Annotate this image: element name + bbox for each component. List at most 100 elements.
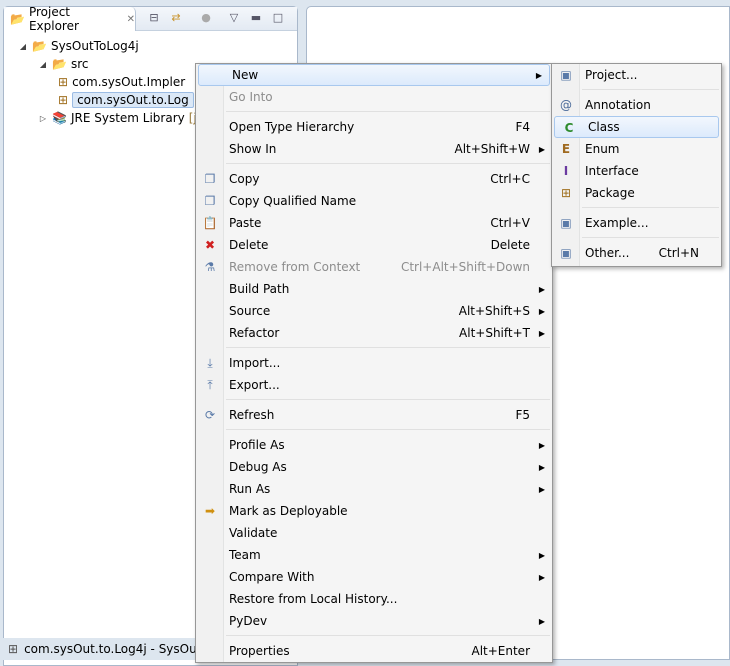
view-menu-icon[interactable]: ▽ — [226, 11, 242, 27]
annotation-icon: @ — [560, 98, 572, 112]
menu-item-debug-as[interactable]: Debug As ▶ — [196, 456, 552, 478]
collapsed-arrow-icon[interactable]: ▷ — [38, 114, 48, 123]
menu-item-label: Refresh — [229, 408, 275, 422]
menu-item-interface[interactable]: I Interface — [552, 160, 721, 182]
expanded-arrow-icon[interactable]: ◢ — [38, 60, 48, 69]
menu-item-copy-qualified-name[interactable]: ❐ Copy Qualified Name — [196, 190, 552, 212]
maximize-icon[interactable]: □ — [270, 11, 286, 27]
menu-item-shortcut: Ctrl+C — [490, 172, 530, 186]
menu-item-label: Show In — [229, 142, 277, 156]
menu-item-class[interactable]: C Class — [554, 116, 719, 138]
menu-separator — [196, 396, 552, 404]
tree-item[interactable]: ▷📚JRE System Library[jre1 — [38, 109, 217, 127]
menu-item-label: New — [232, 68, 259, 82]
library-icon: 📚 — [52, 111, 67, 125]
new-project-icon: ▣ — [560, 68, 572, 82]
package-icon: ⊞ — [58, 75, 69, 89]
menu-item-profile-as[interactable]: Profile As ▶ — [196, 434, 552, 456]
menu-separator — [196, 426, 552, 434]
submenu-arrow-icon: ▶ — [538, 144, 545, 154]
menu-item-shortcut: F4 — [515, 120, 530, 134]
menu-item-label: Validate — [229, 526, 278, 540]
menu-item-refactor[interactable]: Refactor Alt+Shift+T ▶ — [196, 322, 552, 344]
menu-item-go-into[interactable]: Go Into — [196, 86, 552, 108]
menu-item-label: Run As — [229, 482, 271, 496]
submenu-arrow-icon: ▶ — [538, 440, 545, 450]
filter-icon[interactable]: ● — [198, 11, 214, 27]
menu-item-import[interactable]: ⤓ Import... — [196, 352, 552, 374]
menu-item-label: Annotation — [585, 98, 651, 112]
menu-item-enum[interactable]: E Enum — [552, 138, 721, 160]
submenu-arrow-icon: ▶ — [538, 328, 545, 338]
menu-item-label: Package — [585, 186, 635, 200]
menu-item-label: Go Into — [229, 90, 273, 104]
menu-separator — [196, 108, 552, 116]
menu-item-label: Paste — [229, 216, 262, 230]
import-icon: ⤓ — [207, 356, 213, 370]
menu-item-label: Refactor — [229, 326, 280, 340]
close-icon[interactable]: ✕ — [127, 14, 135, 25]
menu-item-export[interactable]: ⤒ Export... — [196, 374, 552, 396]
menu-item-pydev[interactable]: PyDev ▶ — [196, 610, 552, 632]
menu-item-label: Restore from Local History... — [229, 592, 398, 606]
tree-item[interactable]: ◢ 📂 SysOutToLog4j — [18, 37, 139, 55]
submenu-arrow-icon: ▶ — [538, 572, 545, 582]
export-icon: ⤒ — [207, 378, 213, 392]
menu-item-restore-from-local-history[interactable]: Restore from Local History... — [196, 588, 552, 610]
menu-item-paste[interactable]: 📋 Paste Ctrl+V — [196, 212, 552, 234]
source-folder-icon: 📂 — [52, 57, 67, 71]
tree-item-label: com.sysOut.Impler — [72, 75, 186, 89]
submenu-arrow-icon: ▶ — [538, 484, 545, 494]
minimize-icon[interactable]: ▬ — [248, 11, 264, 27]
expanded-arrow-icon[interactable]: ◢ — [18, 42, 28, 51]
menu-item-project[interactable]: ▣ Project... — [552, 64, 721, 86]
menu-item-label: Copy — [229, 172, 260, 186]
package-icon: ⊞ — [58, 93, 69, 107]
menu-item-build-path[interactable]: Build Path ▶ — [196, 278, 552, 300]
enum-icon: E — [561, 142, 571, 156]
tree-item-label: src — [70, 57, 89, 71]
menu-item-new[interactable]: New ▶ — [198, 64, 550, 86]
menu-item-label: Export... — [229, 378, 280, 392]
other-icon: ▣ — [560, 246, 572, 260]
tab-project-explorer[interactable]: 📂 Project Explorer ✕ — [4, 5, 136, 33]
project-folder-icon: 📂 — [32, 39, 47, 53]
menu-item-copy[interactable]: ❐ Copy Ctrl+C — [196, 168, 552, 190]
menu-item-show-in[interactable]: Show In Alt+Shift+W ▶ — [196, 138, 552, 160]
menu-item-label: Remove from Context — [229, 260, 361, 274]
menu-item-annotation[interactable]: @ Annotation — [552, 94, 721, 116]
tree-item[interactable]: ⊞ com.sysOut.to.Log — [58, 91, 194, 109]
menu-item-run-as[interactable]: Run As ▶ — [196, 478, 552, 500]
menu-item-refresh[interactable]: ⟳ Refresh F5 — [196, 404, 552, 426]
menu-separator — [552, 234, 721, 242]
copy-icon: ❐ — [204, 172, 216, 186]
collapse-all-icon[interactable]: ⊟ — [146, 11, 162, 27]
example-icon: ▣ — [560, 216, 572, 230]
package-icon: ⊞ — [560, 186, 572, 200]
menu-item-package[interactable]: ⊞ Package — [552, 182, 721, 204]
menu-item-properties[interactable]: Properties Alt+Enter — [196, 640, 552, 662]
tree-item-label: JRE System Library — [70, 111, 185, 125]
menu-item-compare-with[interactable]: Compare With ▶ — [196, 566, 552, 588]
menu-item-delete[interactable]: ✖ Delete Delete — [196, 234, 552, 256]
menu-item-open-type-hierarchy[interactable]: Open Type Hierarchy F4 — [196, 116, 552, 138]
menu-item-label: Import... — [229, 356, 281, 370]
remove-context-icon: ⚗ — [204, 260, 216, 274]
link-with-editor-icon[interactable]: ⇄ — [168, 11, 184, 27]
tree-item[interactable]: ◢ 📂 src — [38, 55, 89, 73]
menu-item-label: Open Type Hierarchy — [229, 120, 355, 134]
menu-item-source[interactable]: Source Alt+Shift+S ▶ — [196, 300, 552, 322]
submenu-arrow-icon: ▶ — [538, 616, 545, 626]
menu-item-remove-from-context[interactable]: ⚗ Remove from Context Ctrl+Alt+Shift+Down — [196, 256, 552, 278]
menu-item-label: Project... — [585, 68, 638, 82]
menu-item-label: Delete — [229, 238, 269, 252]
menu-item-other[interactable]: ▣ Other... Ctrl+N — [552, 242, 721, 264]
tree-item[interactable]: ⊞ com.sysOut.Impler — [58, 73, 185, 91]
menu-item-team[interactable]: Team ▶ — [196, 544, 552, 566]
menu-item-mark-as-deployable[interactable]: ➡ Mark as Deployable — [196, 500, 552, 522]
menu-item-shortcut: Alt+Enter — [471, 644, 530, 658]
menu-item-validate[interactable]: Validate — [196, 522, 552, 544]
menu-item-example[interactable]: ▣ Example... — [552, 212, 721, 234]
deploy-icon: ➡ — [204, 504, 216, 518]
submenu-arrow-icon: ▶ — [538, 550, 545, 560]
